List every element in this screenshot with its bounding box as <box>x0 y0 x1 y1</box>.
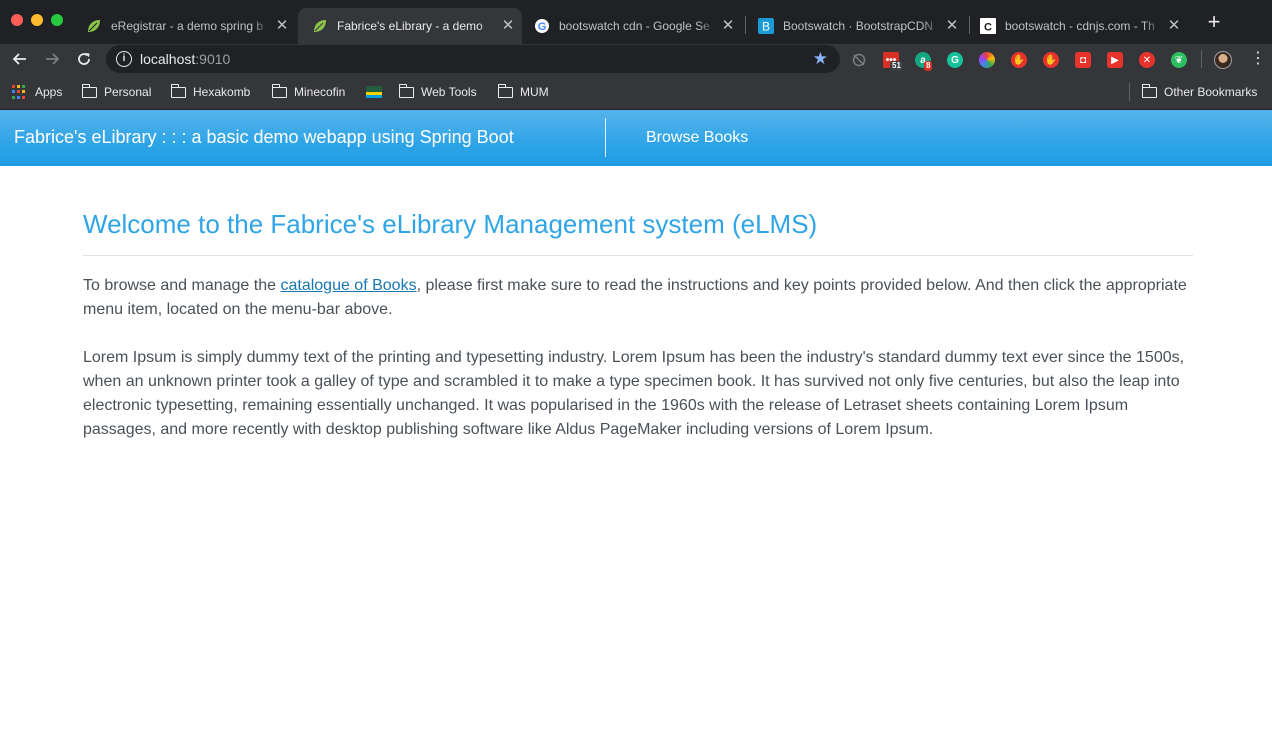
sync-disabled-icon[interactable] <box>851 52 867 68</box>
tab-title: Bootswatch · BootstrapCDN <box>783 19 940 33</box>
folder-icon <box>271 83 287 98</box>
grammarly-icon[interactable]: G <box>947 52 963 68</box>
browser-toolbar: i localhost:9010 ★ ••• 51 a 8 G ✋ ✋ ◘ ▶ … <box>0 44 1272 74</box>
grammarly-like-extension-icon[interactable]: a 8 <box>915 52 933 71</box>
bookmark-folder-web-tools[interactable]: Web Tools <box>398 83 477 101</box>
profile-avatar[interactable] <box>1214 51 1232 69</box>
apps-grid-icon <box>12 85 26 99</box>
other-bookmarks-folder[interactable]: Other Bookmarks <box>1141 83 1257 101</box>
browser-tabstrip: eRegistrar - a demo spring b ✕ Fabrice's… <box>0 0 1272 44</box>
bookmark-rwanda[interactable] <box>366 83 388 101</box>
more-menu-icon[interactable]: ⋮ <box>1250 49 1266 69</box>
page-title: Welcome to the Fabrice's eLibrary Manage… <box>83 208 1193 256</box>
reload-icon[interactable] <box>73 48 95 70</box>
browser-tab[interactable]: B Bootswatch · BootstrapCDN ✕ <box>744 8 966 44</box>
color-picker-icon[interactable] <box>979 52 995 68</box>
browser-tab-active[interactable]: Fabrice's eLibrary - a demo ✕ <box>298 8 522 44</box>
browser-tab[interactable]: G bootswatch cdn - Google Se ✕ <box>520 8 742 44</box>
adblock-icon[interactable]: ✋ <box>1011 52 1027 68</box>
catalogue-of-books-link[interactable]: catalogue of Books <box>280 277 416 294</box>
forward-arrow-icon[interactable] <box>41 48 63 70</box>
block-x-icon[interactable]: ✕ <box>1139 52 1155 68</box>
bookmark-star-icon[interactable]: ★ <box>813 49 828 69</box>
bookmark-folder-mum[interactable]: MUM <box>497 83 549 101</box>
bookmark-folder-minecofin[interactable]: Minecofin <box>271 83 345 101</box>
youtube-icon[interactable]: ▶ <box>1107 52 1123 68</box>
tab-close-icon[interactable]: ✕ <box>720 18 736 34</box>
close-window-button[interactable] <box>11 14 23 26</box>
address-url: localhost:9010 <box>140 51 231 67</box>
bookmarks-bar: Apps Personal Hexakomb Minecofin Web Too… <box>0 74 1272 110</box>
tab-title: bootswatch cdn - Google Se <box>559 19 716 33</box>
tab-title: Fabrice's eLibrary - a demo <box>337 19 496 33</box>
site-info-icon[interactable]: i <box>116 51 132 67</box>
evernote-icon[interactable]: ❦ <box>1171 52 1187 68</box>
bootstrap-icon: B <box>758 18 774 34</box>
folder-icon <box>1141 83 1157 98</box>
bookmarks-separator <box>1129 83 1130 101</box>
bookmark-folder-hexakomb[interactable]: Hexakomb <box>170 83 250 101</box>
shield-icon[interactable]: ◘ <box>1075 52 1091 68</box>
folder-icon <box>398 83 414 98</box>
back-arrow-icon[interactable] <box>9 48 31 70</box>
tab-close-icon[interactable]: ✕ <box>274 18 290 34</box>
spring-leaf-icon <box>312 18 328 34</box>
intro-paragraph: To browse and manage the catalogue of Bo… <box>83 277 1187 318</box>
rwanda-flag-icon <box>366 86 382 98</box>
app-brand[interactable]: Fabrice's eLibrary : : : a basic demo we… <box>14 127 514 148</box>
svg-text:C: C <box>984 22 992 34</box>
tab-close-icon[interactable]: ✕ <box>1166 18 1182 34</box>
app-navbar: Fabrice's eLibrary : : : a basic demo we… <box>0 110 1272 166</box>
minimize-window-button[interactable] <box>31 14 43 26</box>
folder-icon <box>170 83 186 98</box>
google-icon: G <box>534 18 550 34</box>
folder-icon <box>81 83 97 98</box>
bookmark-apps[interactable]: Apps <box>12 83 62 101</box>
navbar-divider <box>605 118 606 157</box>
toolbar-separator <box>1201 50 1202 68</box>
address-bar[interactable]: i localhost:9010 ★ <box>106 45 840 73</box>
browser-tab[interactable]: eRegistrar - a demo spring b ✕ <box>72 8 296 44</box>
maximize-window-button[interactable] <box>51 14 63 26</box>
tab-close-icon[interactable]: ✕ <box>500 18 516 34</box>
todo-extension-icon[interactable]: ••• 51 <box>883 52 903 71</box>
folder-icon <box>497 83 513 98</box>
hand-stop-icon[interactable]: ✋ <box>1043 52 1059 68</box>
lorem-paragraph: Lorem Ipsum is simply dummy text of the … <box>83 349 1185 438</box>
spring-leaf-icon <box>86 18 102 34</box>
cdnjs-icon: C <box>980 18 996 34</box>
bookmark-folder-personal[interactable]: Personal <box>81 83 151 101</box>
main-content: Welcome to the Fabrice's eLibrary Manage… <box>83 166 1193 442</box>
svg-text:B: B <box>762 20 770 34</box>
nav-browse-books[interactable]: Browse Books <box>646 129 748 147</box>
tab-title: eRegistrar - a demo spring b <box>111 19 270 33</box>
svg-text:G: G <box>538 21 547 33</box>
tab-title: bootswatch - cdnjs.com - Th <box>1005 19 1162 33</box>
browser-tab[interactable]: C bootswatch - cdnjs.com - Th ✕ <box>966 8 1188 44</box>
new-tab-button[interactable]: + <box>1204 11 1224 33</box>
tab-close-icon[interactable]: ✕ <box>944 18 960 34</box>
